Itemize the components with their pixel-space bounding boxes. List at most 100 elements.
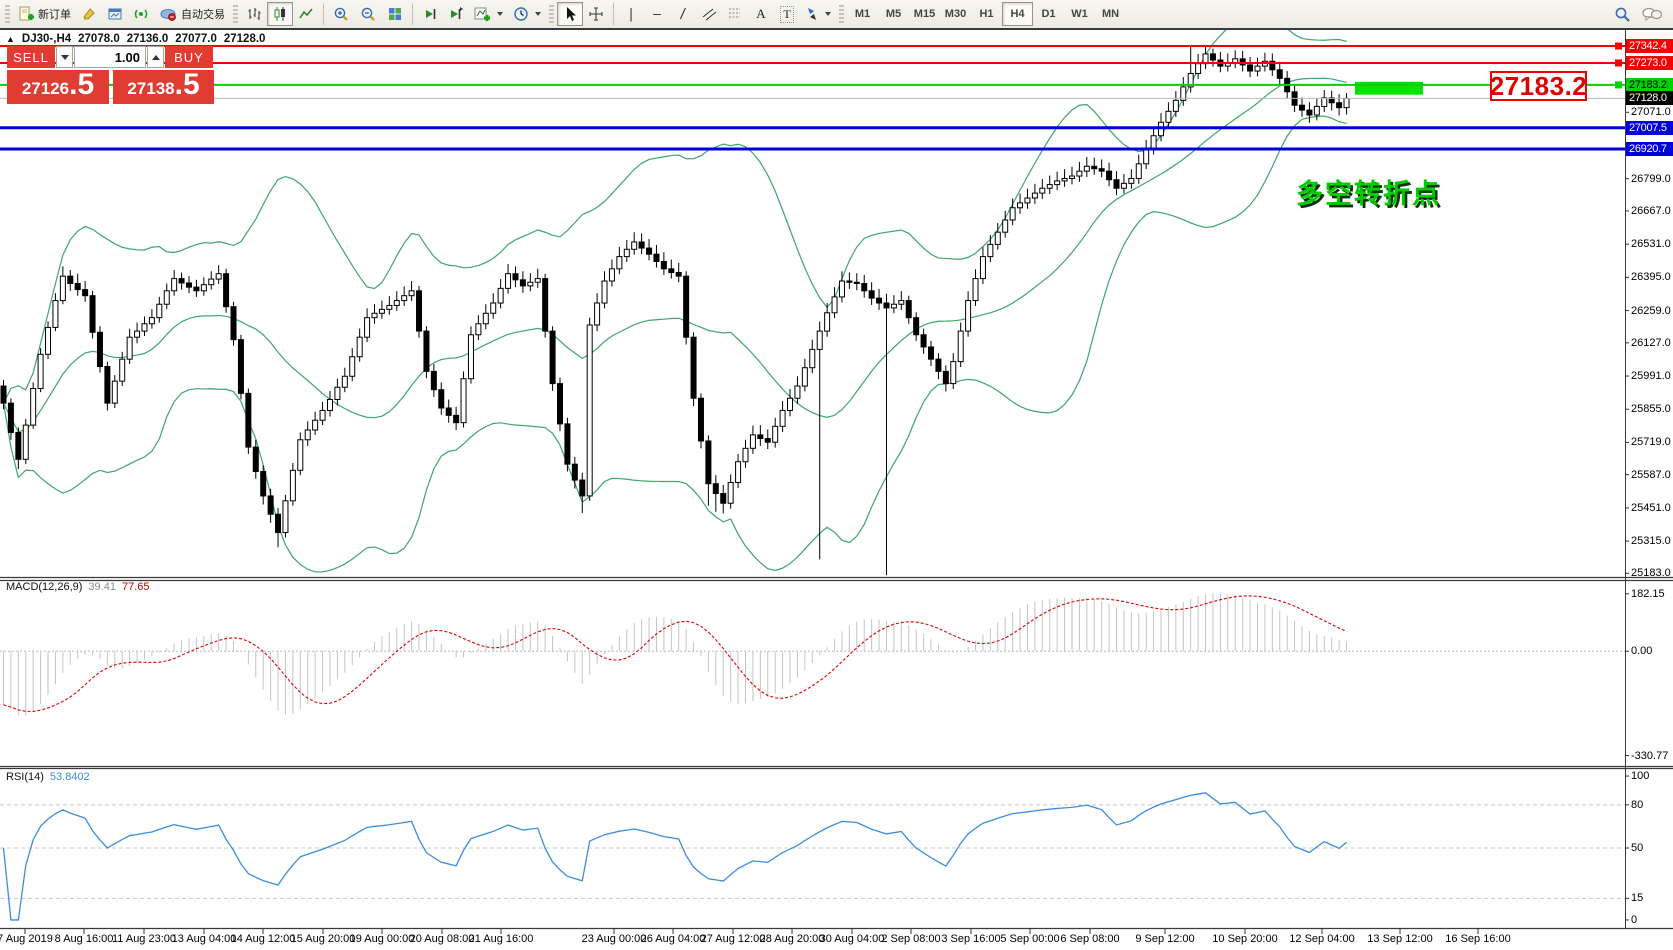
auto-trading-button[interactable]: 自动交易 <box>154 2 230 26</box>
signals-button[interactable] <box>128 2 154 26</box>
macd-indicator-label: MACD(12,26,9) 39.41 77.65 <box>6 581 149 593</box>
collapse-panel-icon[interactable]: ▲ <box>6 34 15 44</box>
arrow-objects-icon <box>805 6 819 22</box>
crosshair-icon <box>588 6 604 22</box>
sell-button[interactable]: SELL <box>7 46 55 68</box>
cursor-tool-button[interactable] <box>557 2 583 26</box>
buy-price-main: 27138 <box>127 72 174 106</box>
timeframe-h4-button[interactable]: H4 <box>1002 2 1033 26</box>
timeframe-m15-button[interactable]: M15 <box>909 2 940 26</box>
timeframe-mn-button[interactable]: MN <box>1095 2 1126 26</box>
indicators-icon <box>474 6 491 22</box>
price-alert-value: 27183.2 <box>1490 71 1587 102</box>
horizontal-line-icon: — <box>653 7 661 22</box>
search-icon[interactable] <box>1614 6 1631 23</box>
crosshair-tool-button[interactable] <box>583 2 609 26</box>
volume-input[interactable] <box>74 46 146 68</box>
chevron-down-icon <box>535 12 541 16</box>
macd-name: MACD(12,26,9) <box>6 581 82 593</box>
tile-windows-icon <box>387 6 403 22</box>
chevron-down-icon <box>825 12 831 16</box>
trendline-icon: / <box>679 7 687 22</box>
triangle-up-icon <box>152 55 160 60</box>
toolbar-separator <box>613 3 614 25</box>
toolbar-grip[interactable] <box>839 5 844 23</box>
vertical-line-icon: | <box>627 7 635 22</box>
text-label-tool-button[interactable]: T <box>774 2 800 26</box>
text-tool-icon: A <box>756 6 765 22</box>
volume-decrease-button[interactable] <box>56 46 73 68</box>
mt4-window: 新订单 自动交易 <box>0 0 1673 950</box>
toolbar-grip[interactable] <box>5 5 10 23</box>
low-value: 27077.0 <box>175 33 217 45</box>
timeframe-m30-button[interactable]: M30 <box>940 2 971 26</box>
buy-button[interactable]: BUY <box>165 46 213 68</box>
chart-shift-icon <box>448 6 464 22</box>
bar-chart-icon <box>246 6 262 22</box>
turning-point-annotation[interactable]: 多空转折点 <box>1296 172 1441 211</box>
terminal-window-button[interactable] <box>102 2 128 26</box>
timeframe-d1-button[interactable]: D1 <box>1033 2 1064 26</box>
timeframe-h1-button[interactable]: H1 <box>971 2 1002 26</box>
toolbar-grip[interactable] <box>233 5 238 23</box>
trendline-tool-button[interactable]: / <box>670 2 696 26</box>
sell-price-fraction: .5 <box>69 70 94 100</box>
chevron-down-icon <box>497 12 503 16</box>
chart-shift-button[interactable] <box>443 2 469 26</box>
text-tool-button[interactable]: A <box>748 2 774 26</box>
toolbar: 新订单 自动交易 <box>0 0 1673 28</box>
new-order-icon <box>18 6 34 22</box>
chat-icon[interactable] <box>1641 6 1663 23</box>
price-alert-label[interactable]: 27183.2 <box>1490 71 1587 101</box>
clock-icon <box>513 6 529 22</box>
open-value: 27078.0 <box>78 33 120 45</box>
close-value: 27128.0 <box>224 33 266 45</box>
cursor-icon <box>563 6 577 22</box>
chart-ohlc-header: ▲ DJ30-,H4 27078.0 27136.0 27077.0 27128… <box>6 33 265 45</box>
rsi-value: 53.8402 <box>50 771 90 783</box>
fibonacci-tool-button[interactable] <box>722 2 748 26</box>
timeframe-w1-button[interactable]: W1 <box>1064 2 1095 26</box>
toolbar-grip[interactable] <box>549 5 554 23</box>
arrows-tool-button[interactable] <box>800 2 836 26</box>
auto-scroll-button[interactable] <box>417 2 443 26</box>
zoom-in-icon <box>333 6 350 22</box>
horizontal-line-tool-button[interactable]: — <box>644 2 670 26</box>
rsi-name: RSI(14) <box>6 771 44 783</box>
one-click-trading-panel: SELL BUY 27126 .5 27138 .5 <box>7 46 214 105</box>
text-label-icon: T <box>780 6 793 23</box>
chart-area[interactable] <box>0 0 1673 950</box>
tile-windows-button[interactable] <box>382 2 408 26</box>
volume-increase-button[interactable] <box>147 46 164 68</box>
high-value: 27136.0 <box>127 33 169 45</box>
signals-icon <box>133 6 149 22</box>
buy-price-fraction: .5 <box>175 70 200 100</box>
symbol-period-label: DJ30-,H4 <box>22 33 71 45</box>
channel-tool-button[interactable] <box>696 2 722 26</box>
periods-button[interactable] <box>508 2 546 26</box>
candlestick-chart-button[interactable] <box>267 2 293 26</box>
timeframe-m5-button[interactable]: M5 <box>878 2 909 26</box>
new-order-button[interactable]: 新订单 <box>13 2 76 26</box>
timeframe-m1-button[interactable]: M1 <box>847 2 878 26</box>
buy-price-display[interactable]: 27138 .5 <box>113 70 214 104</box>
auto-scroll-icon <box>422 6 438 22</box>
zoom-in-button[interactable] <box>328 2 355 26</box>
toolbar-separator <box>323 3 324 25</box>
terminal-window-icon <box>107 6 123 22</box>
vertical-line-tool-button[interactable]: | <box>618 2 644 26</box>
metaeditor-icon <box>81 6 97 22</box>
line-chart-button[interactable] <box>293 2 319 26</box>
sell-price-display[interactable]: 27126 .5 <box>7 70 109 104</box>
metaeditor-button[interactable] <box>76 2 102 26</box>
zoom-out-button[interactable] <box>355 2 382 26</box>
zoom-out-icon <box>360 6 377 22</box>
indicators-button[interactable] <box>469 2 508 26</box>
line-chart-icon <box>298 6 314 22</box>
fibonacci-icon <box>727 6 743 22</box>
macd-signal-value: 77.65 <box>122 581 150 593</box>
new-order-label: 新订单 <box>38 6 71 22</box>
bar-chart-button[interactable] <box>241 2 267 26</box>
triangle-down-icon <box>61 55 69 60</box>
equidistant-channel-icon <box>701 6 717 22</box>
